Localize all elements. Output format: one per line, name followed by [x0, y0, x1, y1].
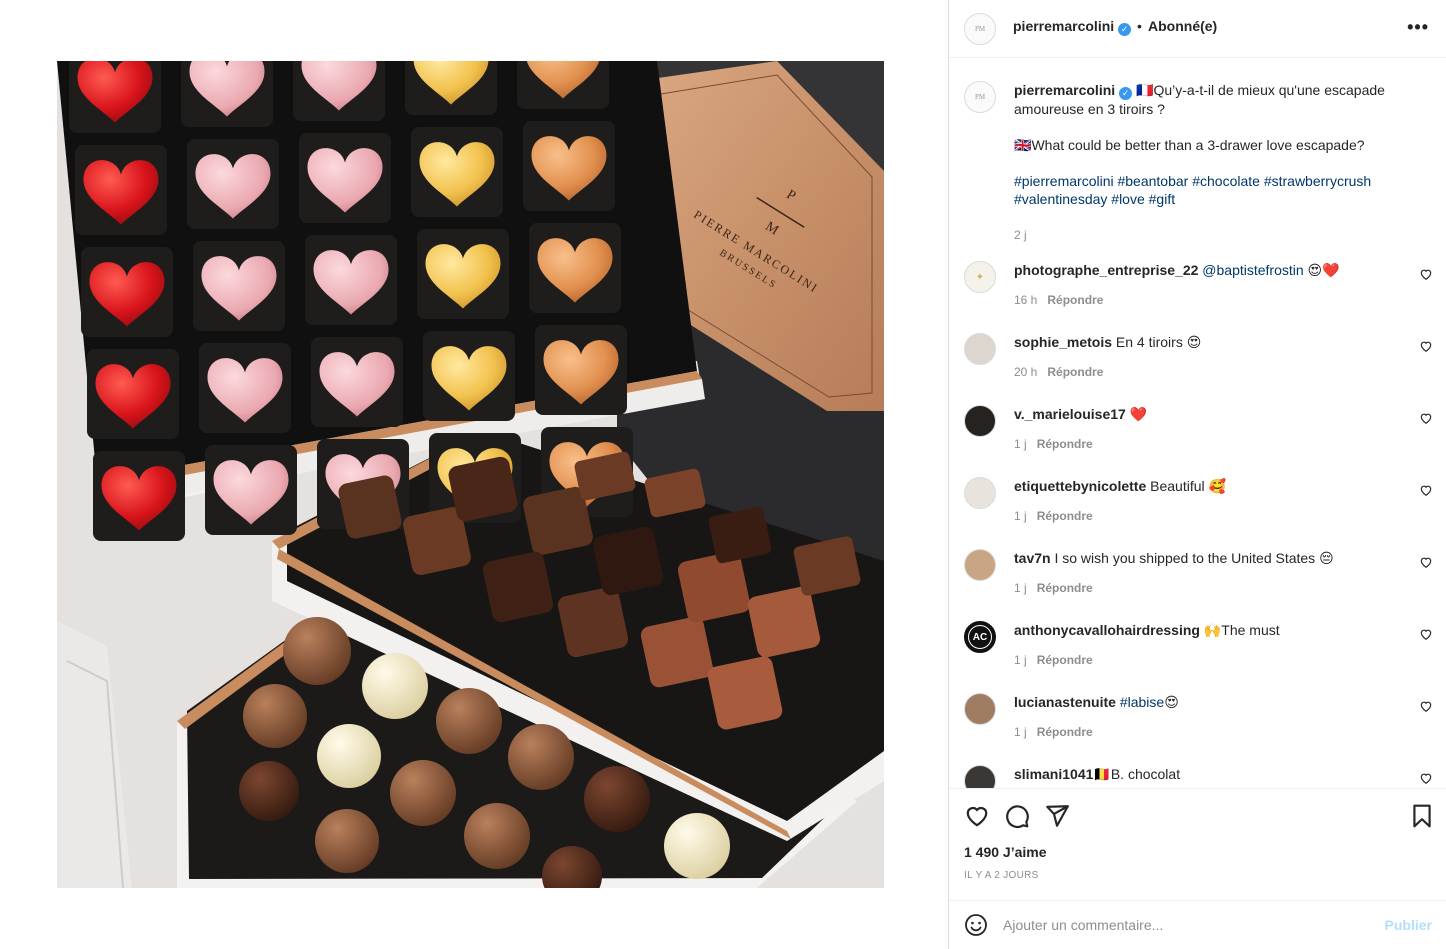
- commenter-avatar[interactable]: [964, 477, 996, 509]
- commenter-avatar[interactable]: AC: [964, 621, 996, 653]
- uk-flag-emoji: 🇬🇧: [1014, 137, 1032, 153]
- reply-button[interactable]: Répondre: [1047, 293, 1103, 307]
- caption-username[interactable]: pierremarcolini: [1014, 82, 1115, 98]
- commenter-avatar[interactable]: [964, 765, 996, 788]
- comments-list[interactable]: PM pierremarcolini ✓ 🇫🇷Qu’y-a-t-il de mie…: [949, 59, 1446, 788]
- emoji-smiley-icon[interactable]: [964, 913, 988, 937]
- comment-username[interactable]: tav7n: [1014, 550, 1051, 566]
- comment-input[interactable]: [1003, 911, 1363, 939]
- comment-like-heart-icon[interactable]: [1419, 411, 1433, 425]
- comment-like-heart-icon[interactable]: [1419, 627, 1433, 641]
- comment-text: I so wish you shipped to the United Stat…: [1054, 550, 1334, 566]
- caption-author-avatar[interactable]: PM: [964, 81, 996, 113]
- author-username-link[interactable]: pierremarcolini ✓: [1013, 18, 1132, 36]
- likes-count[interactable]: 1 490 J’aime: [964, 844, 1047, 860]
- follow-status-button[interactable]: Abonné(e): [1148, 18, 1217, 34]
- comment-time[interactable]: 20 h: [1014, 365, 1037, 379]
- comment-username[interactable]: slimani1041: [1014, 766, 1093, 782]
- comment-item: v._marielouise17 ❤️ 1 j Répondre: [964, 403, 1434, 463]
- comment-hashtag[interactable]: #labise: [1120, 694, 1164, 710]
- comment-like-heart-icon[interactable]: [1419, 555, 1433, 569]
- comment-time[interactable]: 1 j: [1014, 653, 1027, 667]
- author-username: pierremarcolini: [1013, 18, 1115, 34]
- comment-like-heart-icon[interactable]: [1419, 699, 1433, 713]
- share-paper-plane-icon[interactable]: [1044, 803, 1070, 829]
- chocolate-box-illustration: P M PIERRE MARCOLINI BRUSSELS: [57, 61, 884, 888]
- comment-item: slimani1041🇧🇪B. chocolat: [964, 763, 1434, 788]
- comment-username[interactable]: anthonycavallohairdressing: [1014, 622, 1200, 638]
- caption-time[interactable]: 2 j: [1014, 226, 1414, 244]
- comment-time[interactable]: 1 j: [1014, 725, 1027, 739]
- comment-like-heart-icon[interactable]: [1419, 483, 1433, 497]
- comment-time[interactable]: 1 j: [1014, 509, 1027, 523]
- caption-text-en: What could be better than a 3-drawer lov…: [1031, 137, 1365, 153]
- reply-button[interactable]: Répondre: [1037, 725, 1093, 739]
- post-header: PM pierremarcolini ✓ • Abonné(e) •••: [949, 0, 1446, 58]
- reply-button[interactable]: Répondre: [1037, 509, 1093, 523]
- comment-item: tav7n I so wish you shipped to the Unite…: [964, 547, 1434, 607]
- like-heart-icon[interactable]: [964, 803, 990, 829]
- ac-avatar-label: AC: [968, 625, 992, 649]
- comment-time[interactable]: 1 j: [1014, 437, 1027, 451]
- comment-time[interactable]: 16 h: [1014, 293, 1037, 307]
- comment-time[interactable]: 1 j: [1014, 581, 1027, 595]
- commenter-avatar[interactable]: [964, 549, 996, 581]
- save-bookmark-icon[interactable]: [1409, 803, 1435, 829]
- caption-hashtags[interactable]: #pierremarcolini #beantobar #chocolate #…: [1014, 172, 1414, 208]
- commenter-avatar[interactable]: [964, 333, 996, 365]
- comment-username[interactable]: etiquettebynicolette: [1014, 478, 1146, 494]
- media-area: P M PIERRE MARCOLINI BRUSSELS: [0, 0, 948, 949]
- comment-like-heart-icon[interactable]: [1419, 771, 1433, 785]
- comment-text: ❤️: [1129, 406, 1148, 422]
- comment-mention[interactable]: @baptistefrostin: [1202, 262, 1303, 278]
- comment-username[interactable]: v._marielouise17: [1014, 406, 1126, 422]
- comment-like-heart-icon[interactable]: [1419, 339, 1433, 353]
- comment-text: 😍❤️: [1303, 262, 1340, 278]
- reply-button[interactable]: Répondre: [1047, 365, 1103, 379]
- comment-username[interactable]: sophie_metois: [1014, 334, 1112, 350]
- comment-icon[interactable]: [1004, 803, 1030, 829]
- commenter-avatar[interactable]: ✦: [964, 261, 996, 293]
- post-actions-bar: 1 490 J’aime IL Y A 2 JOURS: [949, 788, 1446, 900]
- instagram-post-view: P M PIERRE MARCOLINI BRUSSELS PM pierrem…: [0, 0, 1446, 949]
- verified-badge-icon: ✓: [1119, 87, 1133, 100]
- comment-text: 😍: [1164, 694, 1179, 710]
- comment-item: lucianastenuite #labise😍 1 j Répondre: [964, 691, 1434, 751]
- separator-dot: •: [1137, 18, 1142, 34]
- comment-username[interactable]: photographe_entreprise_22: [1014, 262, 1198, 278]
- publish-button[interactable]: Publier: [1385, 917, 1432, 933]
- author-avatar[interactable]: PM: [964, 13, 996, 45]
- fr-flag-emoji: 🇫🇷: [1136, 82, 1154, 98]
- post-side-panel: PM pierremarcolini ✓ • Abonné(e) ••• PM p…: [948, 0, 1446, 949]
- commenter-avatar[interactable]: [964, 693, 996, 725]
- comment-item: sophie_metois En 4 tiroirs 😍 20 h Répondr…: [964, 331, 1434, 391]
- post-date[interactable]: IL Y A 2 JOURS: [964, 870, 1039, 881]
- comment-text: 🇧🇪B. chocolat: [1093, 766, 1181, 782]
- comment-text: 🙌The must: [1203, 622, 1280, 638]
- comment-like-heart-icon[interactable]: [1419, 267, 1433, 281]
- comment-text: Beautiful 🥰: [1150, 478, 1226, 494]
- comment-item: ✦ photographe_entreprise_22 @baptistefro…: [964, 259, 1434, 319]
- comment-username[interactable]: lucianastenuite: [1014, 694, 1116, 710]
- comment-text: En 4 tiroirs 😍: [1115, 334, 1202, 350]
- add-comment-bar: Publier: [949, 900, 1446, 949]
- reply-button[interactable]: Répondre: [1037, 653, 1093, 667]
- reply-button[interactable]: Répondre: [1037, 437, 1093, 451]
- commenter-avatar[interactable]: [964, 405, 996, 437]
- comment-item: etiquettebynicolette Beautiful 🥰 1 j Répo…: [964, 475, 1434, 535]
- reply-button[interactable]: Répondre: [1037, 581, 1093, 595]
- more-options-icon[interactable]: •••: [1407, 17, 1429, 38]
- verified-badge-icon: ✓: [1118, 23, 1132, 36]
- comment-item: AC anthonycavallohairdressing 🙌The must …: [964, 619, 1434, 679]
- post-photo: P M PIERRE MARCOLINI BRUSSELS: [57, 61, 884, 888]
